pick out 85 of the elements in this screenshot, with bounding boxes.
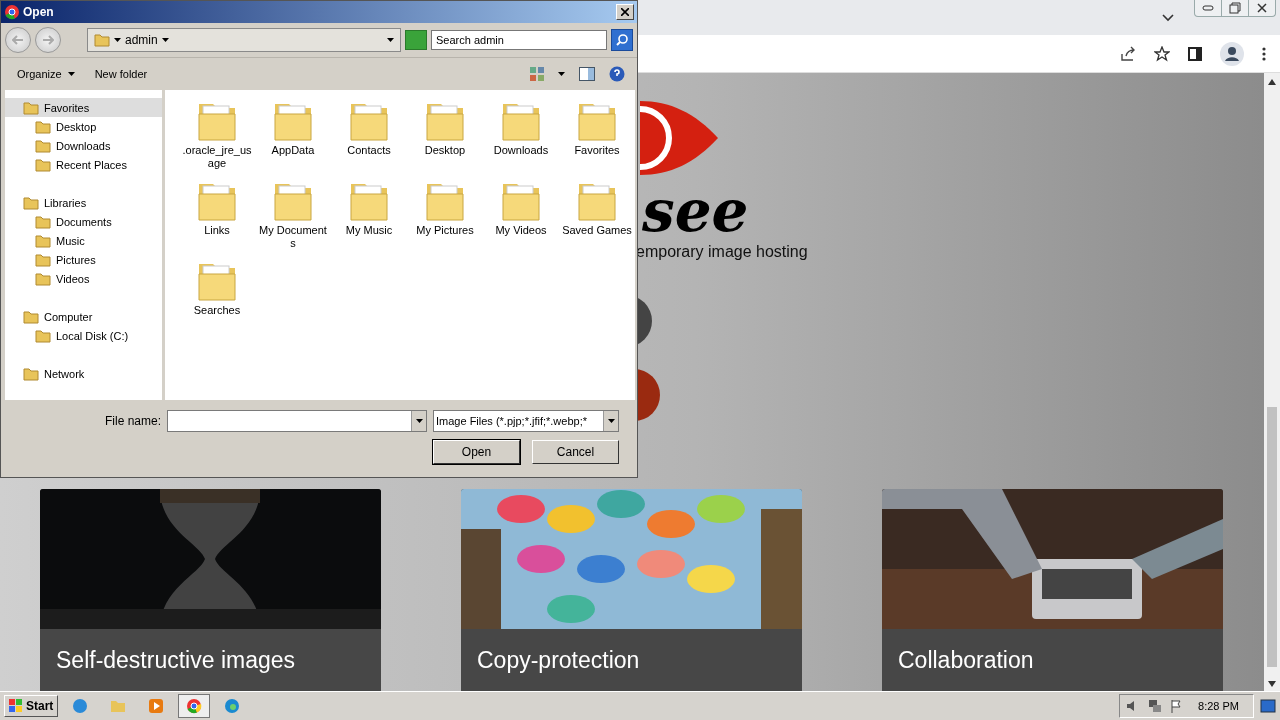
- start-button[interactable]: Start: [4, 695, 59, 717]
- folder-icon: [35, 328, 51, 343]
- folder-icon: [35, 214, 51, 229]
- minimize-icon: [1202, 5, 1214, 11]
- nav-item[interactable]: Local Disk (C:): [5, 326, 162, 345]
- flag-icon[interactable]: [1170, 699, 1183, 713]
- nav-item[interactable]: Recent Places: [5, 155, 162, 174]
- folder-icon: [35, 271, 51, 286]
- chevron-down-icon[interactable]: [1162, 14, 1174, 22]
- scroll-up-icon[interactable]: [1268, 79, 1276, 85]
- file-type-dropdown[interactable]: Image Files (*.pjp;*.jfif;*.webp;*: [433, 410, 619, 432]
- window-title: Open: [23, 5, 54, 19]
- profile-icon[interactable]: [1220, 41, 1244, 66]
- restore-icon: [1229, 2, 1241, 14]
- folder-icon: [35, 138, 51, 153]
- nav-item[interactable]: Pictures: [5, 250, 162, 269]
- folder-label[interactable]: Saved Games: [561, 224, 633, 237]
- folder-label[interactable]: My Pictures: [409, 224, 481, 237]
- nav-item[interactable]: Libraries: [5, 193, 162, 212]
- search-field[interactable]: Search admin: [431, 30, 607, 50]
- menu-icon[interactable]: [1262, 46, 1266, 61]
- share-icon[interactable]: [1120, 45, 1136, 62]
- folder-label[interactable]: Searches: [181, 304, 253, 317]
- address-bar[interactable]: admin: [87, 28, 401, 52]
- preview-pane-icon[interactable]: [579, 67, 595, 81]
- search-icon: [616, 34, 628, 46]
- card-title: Self-destructive images: [55, 646, 297, 675]
- folder-icon: [23, 195, 39, 210]
- card-title: Collaboration: [897, 646, 1035, 675]
- nav-item[interactable]: Favorites: [5, 98, 162, 117]
- caret-icon: [161, 38, 169, 42]
- folder-label[interactable]: Desktop: [409, 144, 481, 157]
- folder-icon: [23, 309, 39, 324]
- tagline: emporary image hosting: [636, 243, 808, 261]
- nav-item[interactable]: Videos: [5, 269, 162, 288]
- network-icon[interactable]: [1148, 699, 1163, 713]
- caret-icon: [114, 38, 121, 42]
- folder-icon: [94, 33, 110, 47]
- side-panel-icon[interactable]: [1188, 46, 1202, 61]
- card-title: Copy-protection: [476, 646, 641, 675]
- nav-item[interactable]: Music: [5, 231, 162, 250]
- folder-icon: [35, 252, 51, 267]
- folder-label[interactable]: My Videos: [485, 224, 557, 237]
- folder-label[interactable]: My Documents: [257, 224, 329, 250]
- folder-label[interactable]: Downloads: [485, 144, 557, 157]
- search-button[interactable]: [611, 29, 633, 51]
- logo-text: see: [642, 183, 749, 239]
- scrollbar-thumb[interactable]: [1267, 407, 1277, 667]
- folder-label[interactable]: .oracle_jre_usage: [181, 144, 253, 170]
- help-icon[interactable]: [609, 66, 625, 82]
- folder-icon: [35, 157, 51, 172]
- folder-label[interactable]: AppData: [257, 144, 329, 157]
- folder-label[interactable]: My Music: [333, 224, 405, 237]
- folder-label[interactable]: Links: [181, 224, 253, 237]
- folder-icon: [35, 233, 51, 248]
- folder-label[interactable]: Favorites: [561, 144, 633, 157]
- caret-icon: [607, 419, 615, 423]
- scroll-down-icon[interactable]: [1268, 681, 1276, 687]
- nav-item[interactable]: Documents: [5, 212, 162, 231]
- clock[interactable]: 8:28 PM: [1198, 700, 1239, 712]
- star-icon[interactable]: [1154, 45, 1170, 62]
- nav-item[interactable]: Computer: [5, 307, 162, 326]
- file-name-field[interactable]: [167, 410, 427, 432]
- cancel-button[interactable]: Cancel: [532, 440, 619, 464]
- nav-item[interactable]: Desktop: [5, 117, 162, 136]
- folder-label[interactable]: Contacts: [333, 144, 405, 157]
- toolbar-button[interactable]: New folder: [94, 68, 148, 80]
- caret-icon: [415, 419, 423, 423]
- breadcrumb[interactable]: admin: [125, 33, 158, 47]
- folder-icon: [23, 100, 39, 115]
- caret-icon: [387, 38, 394, 42]
- file-name-label: File name:: [104, 414, 161, 428]
- open-button[interactable]: Open: [433, 440, 520, 464]
- chrome-icon: [4, 4, 20, 20]
- close-icon: [621, 8, 629, 16]
- arrow-right-icon: [42, 35, 54, 45]
- nav-item[interactable]: Network: [5, 364, 162, 383]
- close-icon: [1256, 2, 1268, 14]
- nav-item[interactable]: Downloads: [5, 136, 162, 155]
- toolbar-button[interactable]: Organize: [17, 68, 75, 80]
- windows-logo-icon: [9, 699, 23, 713]
- folder-icon: [35, 119, 51, 134]
- chrome-taskbar-icon[interactable]: [178, 694, 211, 718]
- arrow-left-icon: [12, 35, 24, 45]
- folder-icon: [23, 366, 39, 381]
